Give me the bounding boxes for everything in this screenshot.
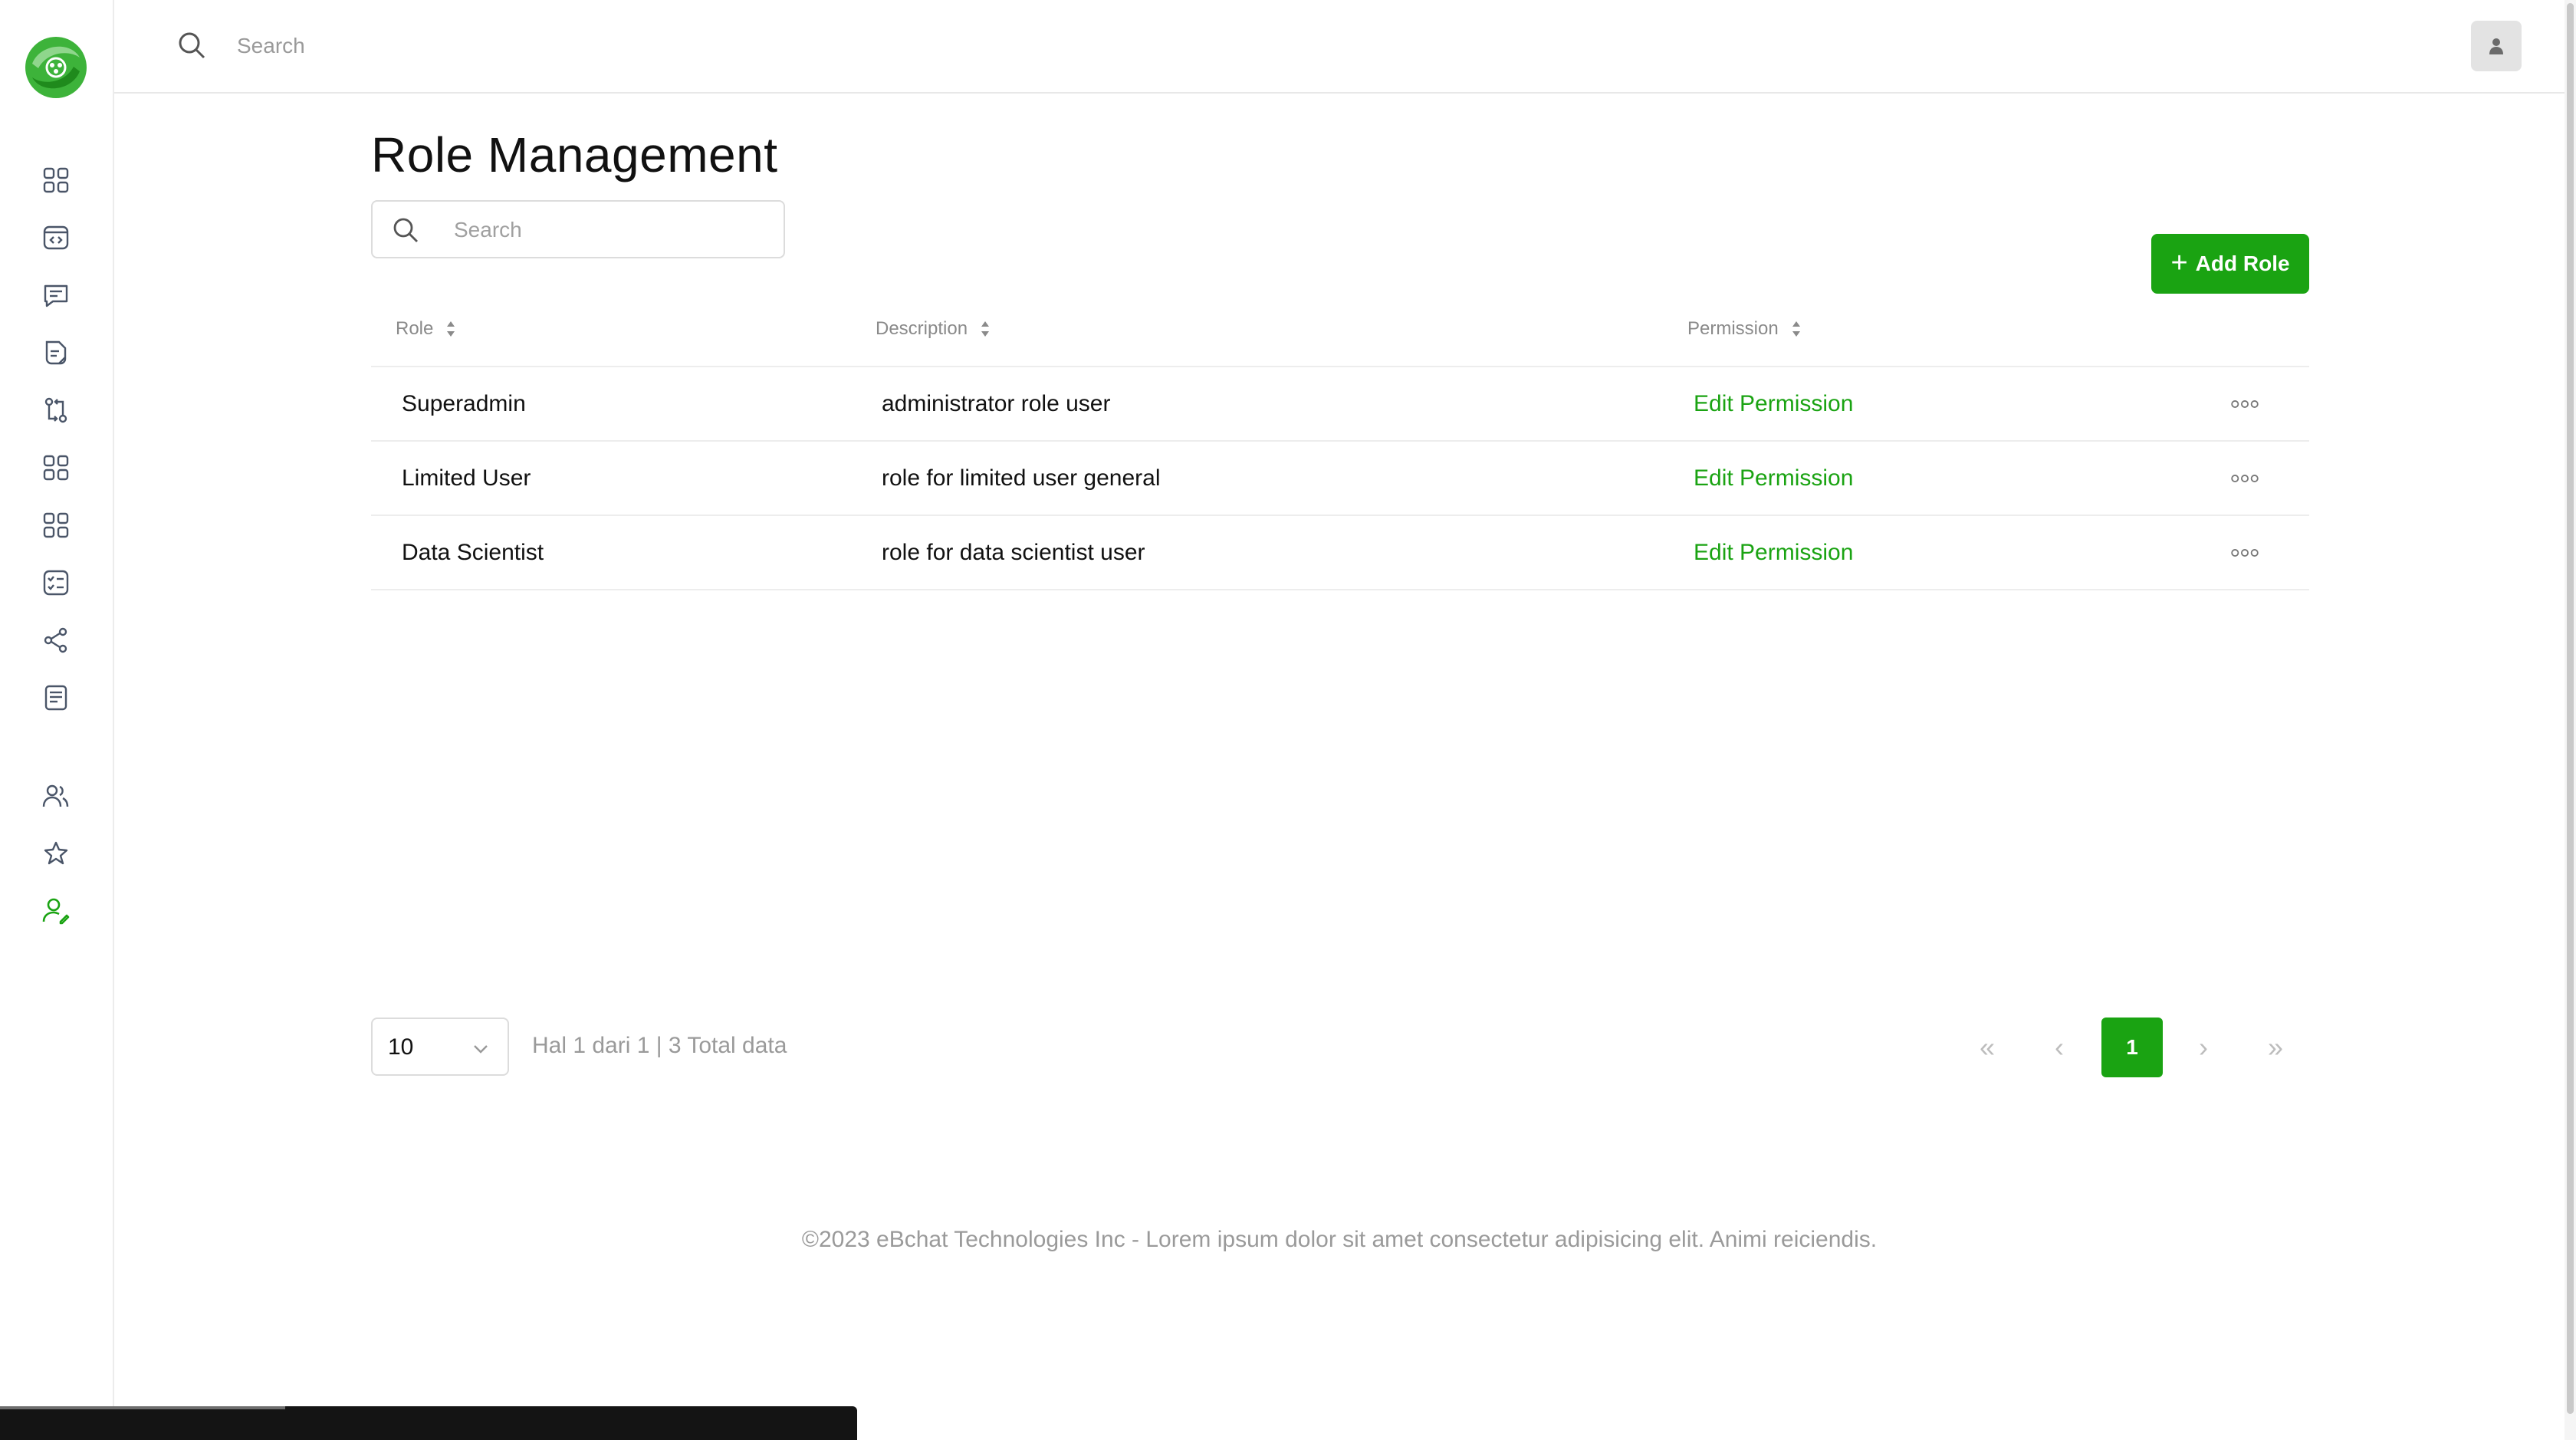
more-options-icon[interactable] — [2228, 541, 2262, 565]
scrollbar-thumb[interactable] — [2567, 3, 2574, 1414]
app: Role Management + Add Role Role Descript… — [0, 0, 2576, 1440]
sort-icon — [447, 321, 455, 337]
column-header-role[interactable]: Role — [396, 318, 456, 340]
role-search-input[interactable] — [454, 212, 761, 248]
table-row: Data Scientist role for data scientist u… — [371, 516, 2309, 590]
chat-icon[interactable] — [39, 278, 73, 312]
edit-permission-link[interactable]: Edit Permission — [1694, 540, 1853, 566]
edit-permission-link[interactable]: Edit Permission — [1694, 465, 1853, 492]
code-window-icon[interactable] — [39, 221, 73, 255]
checklist-icon[interactable] — [39, 566, 73, 600]
roles-table: Role Description Permission Superadmin a… — [371, 295, 2309, 590]
table-row: Superadmin administrator role user Edit … — [371, 367, 2309, 442]
users-icon[interactable] — [39, 779, 73, 813]
add-role-button[interactable]: + Add Role — [2151, 234, 2309, 294]
document-icon[interactable] — [39, 336, 73, 370]
role-description: role for limited user general — [882, 465, 1161, 491]
footer-text: ©2023 eBchat Technologies Inc - Lorem ip… — [801, 1227, 1878, 1252]
star-icon[interactable] — [39, 837, 73, 870]
column-header-permission[interactable]: Permission — [1687, 318, 1802, 340]
sidebar — [0, 0, 114, 1440]
role-description: administrator role user — [882, 391, 1111, 416]
git-compare-icon[interactable] — [39, 393, 73, 427]
pagination-info: Hal 1 dari 1 | 3 Total data — [532, 1033, 787, 1058]
chevron-down-icon — [474, 1045, 488, 1054]
user-icon — [2489, 38, 2503, 54]
table-header: Role Description Permission — [371, 295, 2309, 367]
dashboard-grid-icon[interactable] — [39, 163, 73, 197]
browser-status-bar — [0, 1406, 857, 1440]
notes-icon[interactable] — [39, 681, 73, 715]
more-options-icon[interactable] — [2228, 466, 2262, 491]
apps-grid-icon[interactable] — [39, 451, 73, 485]
global-search-input[interactable] — [237, 28, 927, 64]
last-page-button[interactable]: » — [2246, 1018, 2305, 1077]
table-row: Limited User role for limited user gener… — [371, 442, 2309, 516]
more-options-icon[interactable] — [2228, 392, 2262, 416]
sort-icon — [1792, 321, 1800, 337]
role-name: Limited User — [402, 465, 531, 491]
user-settings-icon[interactable] — [39, 894, 73, 928]
brand-logo[interactable] — [23, 35, 89, 100]
modules-grid-icon[interactable] — [39, 508, 73, 542]
column-header-description[interactable]: Description — [876, 318, 991, 340]
plus-icon: + — [2170, 246, 2188, 279]
next-page-button[interactable]: › — [2174, 1018, 2233, 1077]
add-role-label: Add Role — [2195, 252, 2290, 275]
page-title: Role Management — [371, 127, 778, 182]
search-icon — [179, 32, 205, 59]
role-name: Data Scientist — [402, 540, 544, 565]
role-description: role for data scientist user — [882, 540, 1145, 565]
search-icon — [393, 218, 418, 242]
role-name: Superadmin — [402, 391, 526, 416]
top-header — [114, 0, 2564, 94]
prev-page-button[interactable]: ‹ — [2029, 1018, 2089, 1077]
table-search-box[interactable] — [371, 200, 785, 258]
share-icon[interactable] — [39, 623, 73, 657]
loading-progress — [0, 1406, 285, 1409]
page-size-value: 10 — [388, 1034, 414, 1060]
edit-permission-link[interactable]: Edit Permission — [1694, 391, 1853, 417]
page-size-select[interactable]: 10 — [371, 1018, 509, 1076]
user-avatar[interactable] — [2471, 21, 2522, 71]
first-page-button[interactable]: « — [1957, 1018, 2017, 1077]
sort-icon — [981, 321, 990, 337]
page-1-button[interactable]: 1 — [2101, 1018, 2163, 1077]
